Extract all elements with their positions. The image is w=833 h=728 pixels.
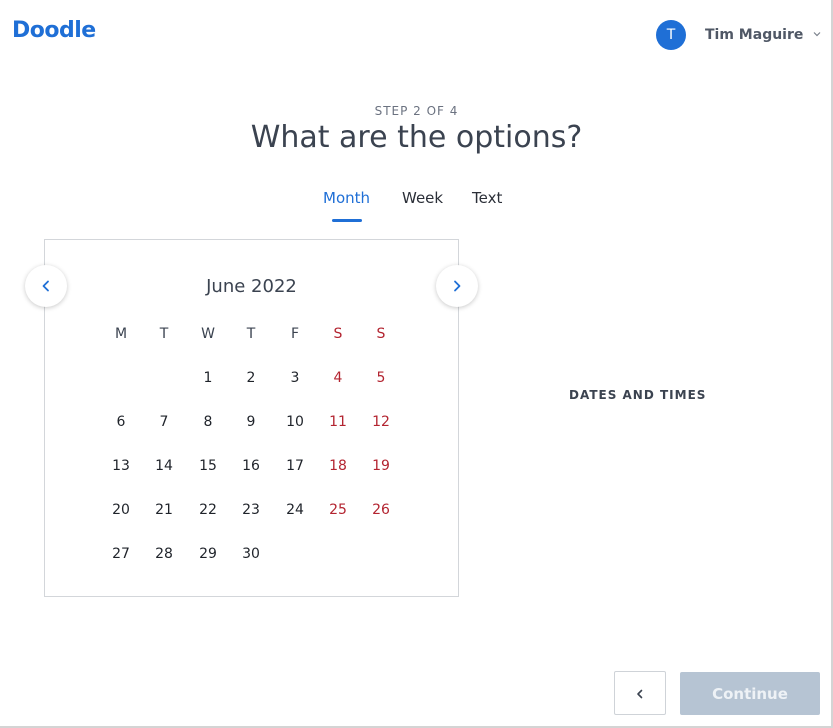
calendar-day[interactable]: 3: [275, 370, 315, 386]
month-label: June 2022: [206, 276, 297, 297]
calendar-day[interactable]: 21: [144, 502, 184, 518]
weekday-label: T: [159, 326, 169, 342]
weekday-label: S: [333, 326, 343, 342]
calendar-day[interactable]: 8: [188, 414, 228, 430]
calendar-day[interactable]: 14: [144, 458, 184, 474]
calendar-day[interactable]: 29: [188, 546, 228, 562]
calendar-day[interactable]: 26: [361, 502, 401, 518]
previous-month-button[interactable]: [25, 265, 67, 307]
dates-and-times-heading: DATES AND TIMES: [569, 388, 707, 402]
tab-month[interactable]: Month: [323, 189, 370, 207]
page-title: What are the options?: [250, 120, 583, 155]
calendar-day[interactable]: 7: [144, 414, 184, 430]
user-menu[interactable]: T Tim Maguire: [656, 20, 821, 50]
calendar-day[interactable]: 6: [101, 414, 141, 430]
calendar-day[interactable]: 28: [144, 546, 184, 562]
weekday-label: T: [246, 326, 256, 342]
doodle-logo[interactable]: Doodle: [12, 18, 96, 43]
user-name[interactable]: Tim Maguire: [705, 27, 803, 43]
chevron-left-icon: [636, 684, 644, 703]
calendar-day[interactable]: 15: [188, 458, 228, 474]
next-month-button[interactable]: [436, 265, 478, 307]
calendar-day[interactable]: 4: [318, 370, 358, 386]
view-tabs: Month Week Text: [0, 189, 833, 223]
calendar-day[interactable]: 10: [275, 414, 315, 430]
active-tab-indicator: [332, 219, 362, 222]
calendar-day[interactable]: 19: [361, 458, 401, 474]
calendar-day[interactable]: 18: [318, 458, 358, 474]
calendar-day[interactable]: 24: [275, 502, 315, 518]
calendar-day[interactable]: 2: [231, 370, 271, 386]
calendar-day[interactable]: 17: [275, 458, 315, 474]
chevron-left-icon: [41, 280, 51, 292]
avatar[interactable]: T: [656, 20, 686, 50]
month-calendar: June 2022 M T W T F S S 1 2 3 4 5 6 7 8 9 10 11 12 13 14 15 16…: [44, 239, 459, 597]
calendar-day[interactable]: 20: [101, 502, 141, 518]
continue-button[interactable]: Continue: [680, 672, 820, 715]
calendar-day[interactable]: 23: [231, 502, 271, 518]
chevron-down-icon[interactable]: [813, 30, 821, 40]
calendar-day[interactable]: 9: [231, 414, 271, 430]
calendar-day[interactable]: 27: [101, 546, 141, 562]
weekday-label: S: [376, 326, 386, 342]
calendar-day[interactable]: 12: [361, 414, 401, 430]
calendar-day[interactable]: 30: [231, 546, 271, 562]
calendar-day[interactable]: 11: [318, 414, 358, 430]
weekday-label: M: [114, 326, 128, 342]
calendar-day[interactable]: 22: [188, 502, 228, 518]
calendar-day[interactable]: 5: [361, 370, 401, 386]
calendar-day[interactable]: 25: [318, 502, 358, 518]
chevron-right-icon: [452, 280, 462, 292]
calendar-day[interactable]: 13: [101, 458, 141, 474]
tab-text[interactable]: Text: [472, 189, 502, 207]
back-button[interactable]: [614, 671, 666, 715]
weekday-label: W: [201, 326, 215, 342]
step-indicator: STEP 2 OF 4: [374, 104, 459, 118]
tab-week[interactable]: Week: [402, 189, 443, 207]
calendar-day[interactable]: 16: [231, 458, 271, 474]
calendar-day[interactable]: 1: [188, 370, 228, 386]
weekday-label: F: [290, 326, 300, 342]
